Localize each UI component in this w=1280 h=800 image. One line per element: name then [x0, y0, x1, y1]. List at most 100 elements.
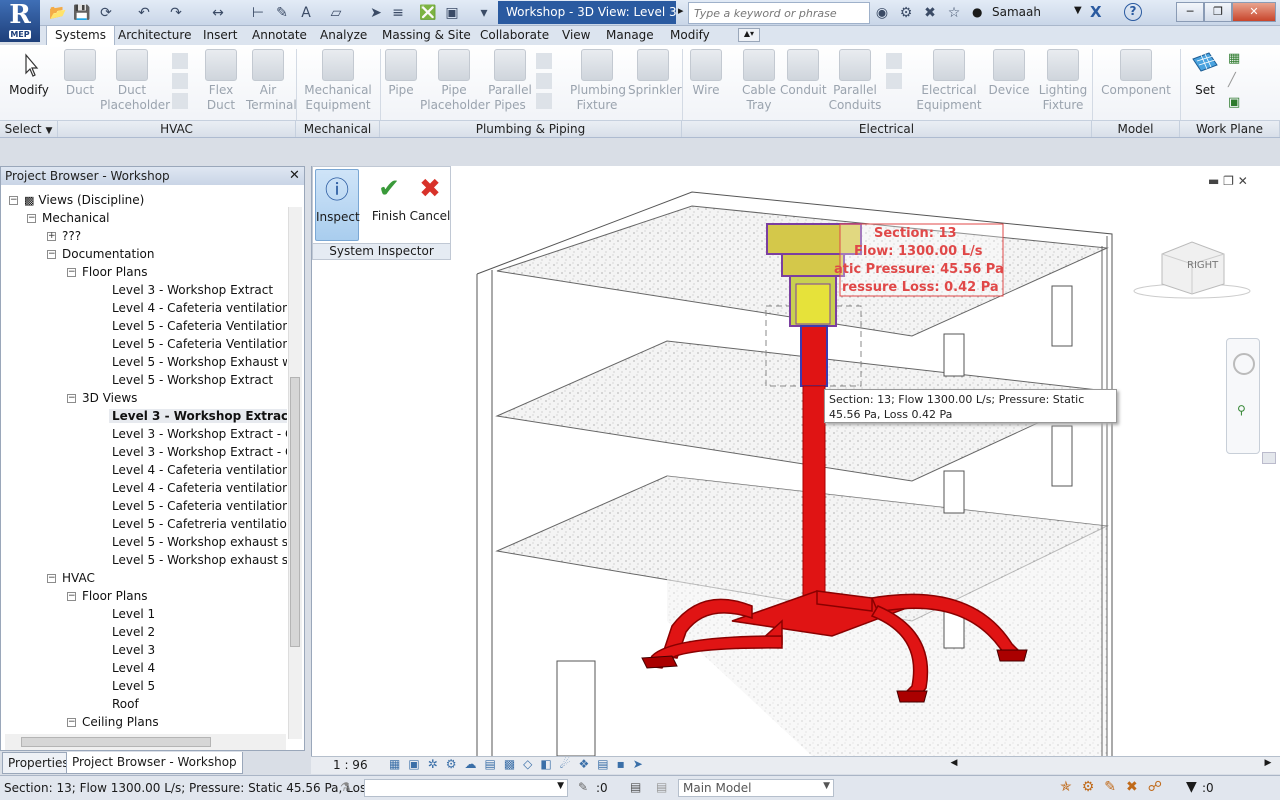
tree-view-item-selected[interactable]: Level 3 - Workshop Extract [5, 407, 287, 425]
view-control-icons[interactable]: ▦▣✲⚙☁▤▩◇◧☄❖▤▪➤ [389, 757, 651, 771]
tree-view-item[interactable]: Level 5 - Cafeteria ventilation bot [5, 497, 287, 515]
duct-placeholder-button[interactable]: Duct Placeholder [100, 49, 170, 113]
pipe-placeholder-button[interactable]: Pipe Placeholder [420, 49, 490, 113]
restore-view-icon[interactable]: ❐ [1223, 174, 1234, 188]
tree-node-unknown[interactable]: +??? [5, 227, 287, 245]
tab-massing-site[interactable]: Massing & Site [374, 26, 479, 45]
flex-duct-button[interactable]: Flex Duct [196, 49, 246, 113]
sync-icon[interactable]: ⟳ [96, 3, 116, 23]
dimension-icon[interactable]: ⊢ [248, 3, 268, 23]
redo-icon[interactable]: ↷ [166, 3, 186, 23]
plumbing-fixture-button[interactable]: Plumbing Fixture [566, 49, 628, 113]
tree-view-item[interactable]: Level 5 - Workshop Extract [5, 371, 287, 389]
tree-view-item[interactable]: Level 5 - Cafetreria ventilation to [5, 515, 287, 533]
section-icon[interactable]: ➤ [366, 3, 386, 23]
search-input[interactable]: Type a keyword or phrase [688, 2, 870, 24]
air-terminal-button[interactable]: Air Terminal [246, 49, 297, 113]
app-logo[interactable]: R MEP [0, 0, 40, 42]
text-icon[interactable]: A [296, 3, 316, 23]
viewport-horizontal-scrollbar[interactable]: ◀ ▶ [951, 756, 1280, 774]
tree-view-item[interactable]: Level 4 - Cafeteria ventilation wit [5, 299, 287, 317]
ribbon-minimize-toggle[interactable]: ▲▾ [738, 28, 760, 42]
tab-analyze[interactable]: Analyze [312, 26, 375, 45]
exchange-apps-icon[interactable]: X [1090, 3, 1102, 21]
tree-node-mechanical[interactable]: − Mechanical [5, 209, 287, 227]
parallel-pipes-button[interactable]: Parallel Pipes [488, 49, 532, 113]
pipe-fittings-small-icons[interactable] [536, 53, 552, 113]
collapse-icon[interactable]: − [47, 250, 56, 259]
chevron-right-icon[interactable]: ▸ [678, 4, 684, 17]
help-icon[interactable]: ? [1124, 3, 1142, 21]
save-icon[interactable]: 💾 [72, 3, 92, 23]
close-view-icon[interactable]: ✕ [1238, 174, 1248, 188]
device-button[interactable]: Device [986, 49, 1032, 98]
vertical-duct[interactable] [800, 325, 828, 387]
tree-view-item[interactable]: Level 2 [5, 623, 287, 641]
tree-node-hvac[interactable]: − HVAC [5, 569, 287, 587]
user-dropdown-icon[interactable]: ▼ [1074, 5, 1082, 16]
finish-button[interactable]: ✔ Finish [367, 169, 411, 241]
inspect-button[interactable]: ⓘ Inspect [315, 169, 360, 241]
scrollbar-thumb[interactable] [290, 377, 300, 647]
wire-button[interactable]: Wire [688, 49, 724, 98]
tab-systems[interactable]: Systems [46, 25, 115, 46]
lighting-fixture-button[interactable]: Lighting Fixture [1036, 49, 1090, 113]
tree-view-item[interactable]: Level 3 - Workshop Extract - Cam [5, 443, 287, 461]
subscription-icon[interactable]: ⚙ [896, 3, 916, 23]
thin-lines-icon[interactable]: ≡ [388, 3, 408, 23]
tree-view-item[interactable]: Level 5 - Workshop exhaust syste [5, 551, 287, 569]
browser-horizontal-scrollbar[interactable] [5, 734, 286, 750]
tab-project-browser[interactable]: Project Browser - Workshop [66, 752, 243, 774]
conduit-button[interactable]: Conduit [780, 49, 827, 98]
close-icon[interactable]: ✕ [289, 168, 300, 183]
conduit-fittings-small-icons[interactable] [886, 53, 902, 93]
collapse-icon[interactable]: − [67, 718, 76, 727]
tree-view-item[interactable]: Level 5 - Cafeteria Ventilation wit [5, 335, 287, 353]
tag-icon[interactable]: ✎ [272, 3, 292, 23]
communication-icon[interactable]: ✖ [920, 3, 940, 23]
tree-node-floor-plans[interactable]: − Floor Plans [5, 263, 287, 281]
minimize-button[interactable]: ─ [1176, 2, 1204, 22]
work-plane-small-icons[interactable]: ▦ ╱ ▣ [1228, 51, 1246, 115]
minimize-view-icon[interactable]: ▬ [1208, 174, 1219, 188]
editing-requests-icon[interactable]: ✎ [578, 780, 588, 794]
electrical-equipment-button[interactable]: Electrical Equipment [916, 49, 982, 113]
collapse-icon[interactable]: − [67, 394, 76, 403]
tree-view-item[interactable]: Level 3 [5, 641, 287, 659]
tree-view-item[interactable]: Roof [5, 695, 287, 713]
switch-windows-icon[interactable]: ▣ [442, 3, 462, 23]
open-icon[interactable]: 📂 [48, 3, 68, 23]
viewport-scroll-thumb[interactable] [1262, 452, 1276, 464]
modify-button[interactable]: Modify [6, 49, 52, 98]
tab-modify[interactable]: Modify [662, 26, 718, 45]
close-hidden-icon[interactable]: ❎ [418, 3, 438, 23]
tree-view-item[interactable]: Level 3 - Workshop Extract [5, 281, 287, 299]
tree-view-item[interactable]: Level 4 [5, 659, 287, 677]
tab-insert[interactable]: Insert [195, 26, 245, 45]
collapse-icon[interactable]: − [67, 268, 76, 277]
filter-icon[interactable]: ▼ [1186, 779, 1197, 795]
3d-view-icon[interactable]: ▱ [326, 3, 346, 23]
collapse-icon[interactable]: − [67, 592, 76, 601]
pipe-button[interactable]: Pipe [384, 49, 418, 98]
tab-properties[interactable]: Properties [2, 752, 75, 774]
workset-dropdown[interactable]: ▼ [364, 779, 568, 797]
panel-select[interactable]: Select ▼ [0, 120, 58, 137]
undo-icon[interactable]: ↶ [134, 3, 154, 23]
tree-node-ceiling-plans[interactable]: − Ceiling Plans [5, 713, 287, 731]
cancel-button[interactable]: ✖ Cancel [408, 169, 452, 241]
tab-architecture[interactable]: Architecture [110, 26, 199, 45]
tab-manage[interactable]: Manage [598, 26, 662, 45]
component-button[interactable]: Component [1098, 49, 1174, 98]
tree-view-item[interactable]: Level 3 - Workshop Extract - Cam [5, 425, 287, 443]
scrollbar-thumb[interactable] [21, 737, 211, 747]
selection-filter-icons[interactable]: ✯⚙✎✖☍ [1060, 779, 1172, 795]
tab-annotate[interactable]: Annotate [244, 26, 315, 45]
tree-node-3d-views[interactable]: −3D Views [5, 389, 287, 407]
tree-view-item[interactable]: Level 5 [5, 677, 287, 695]
design-option-dropdown[interactable]: Main Model ▼ [678, 779, 834, 797]
tree-node-views[interactable]: − ▩ Views (Discipline) [5, 191, 287, 209]
expand-icon[interactable]: + [47, 232, 56, 241]
tab-view[interactable]: View [554, 26, 598, 45]
mechanical-equipment-button[interactable]: Mechanical Equipment [302, 49, 374, 113]
